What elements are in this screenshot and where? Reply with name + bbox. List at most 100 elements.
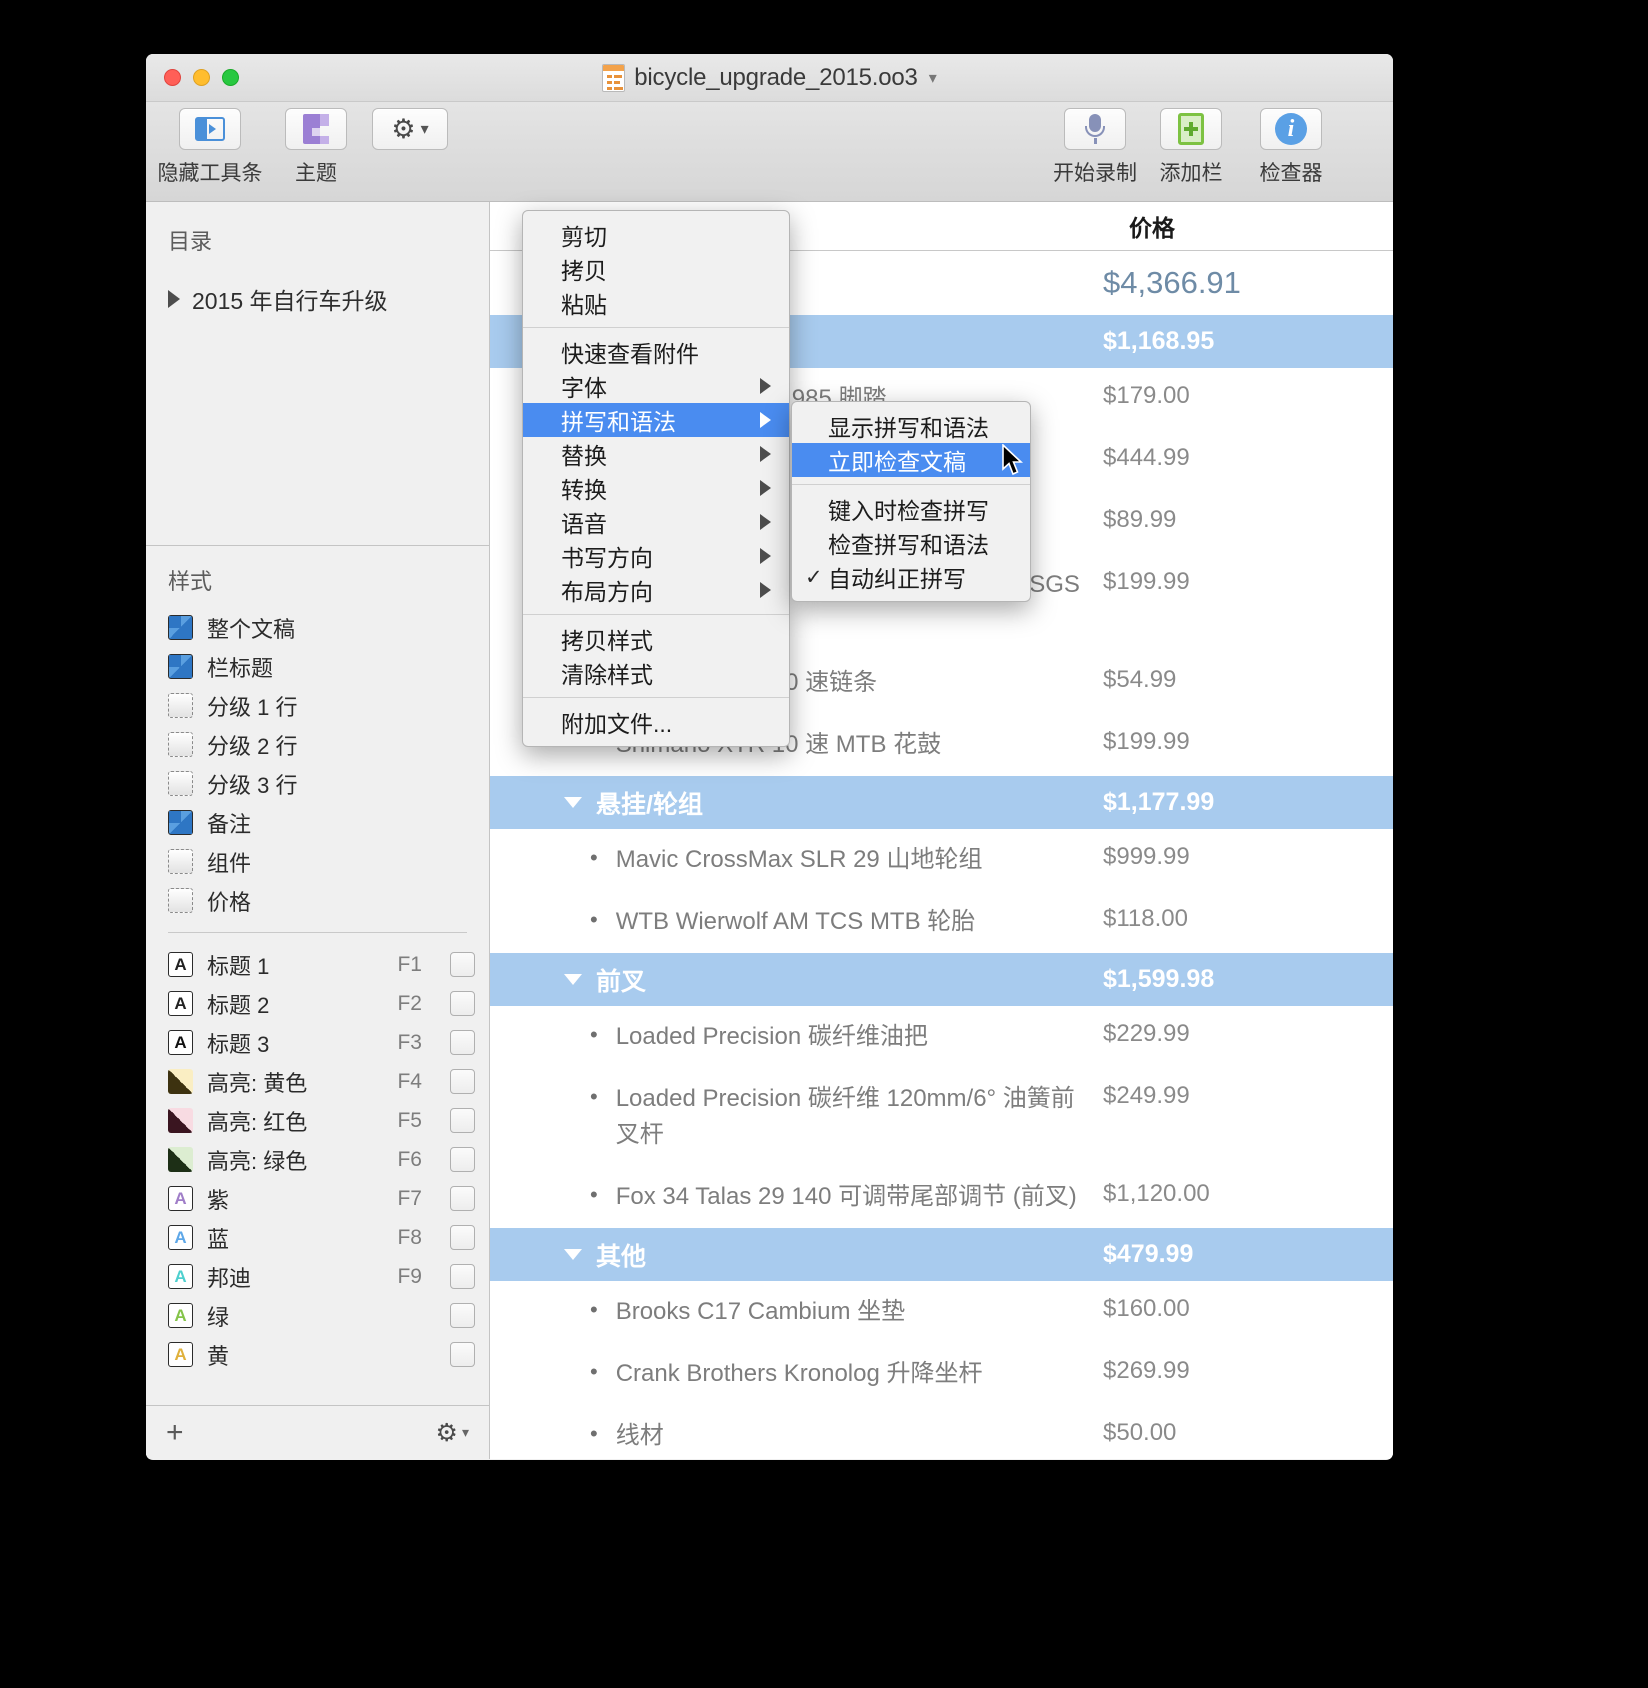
outline-row-group[interactable]: 其他 $479.99 — [490, 1228, 1393, 1281]
named-style-row[interactable]: A 标题 2 F2 — [146, 984, 489, 1023]
item-title-cell: • Loaded Precision 碳纤维 120mm/6° 油簧前叉杆 — [590, 1081, 1103, 1153]
style-group-row[interactable]: 分级 2 行 — [146, 725, 489, 764]
style-group-row[interactable]: 组件 — [146, 842, 489, 881]
named-style-checkbox[interactable] — [450, 991, 475, 1016]
bullet-icon: • — [590, 845, 598, 870]
sidebar-toggle-button[interactable] — [179, 108, 241, 150]
named-style-checkbox[interactable] — [450, 1108, 475, 1133]
toolbar-item-hide-toolbar[interactable]: 隐藏工具条 — [158, 108, 263, 187]
context-menu-item[interactable]: 字体 — [523, 369, 789, 403]
bullet-icon: • — [590, 1421, 598, 1446]
outline-row-item[interactable]: • Loaded Precision 碳纤维 120mm/6° 油簧前叉杆 $249… — [490, 1068, 1393, 1166]
named-style-row[interactable]: A 标题 1 F1 — [146, 945, 489, 984]
style-swatch-highlight-icon — [168, 1069, 193, 1094]
disclosure-triangle-down-icon[interactable] — [564, 797, 582, 808]
outline-row-group[interactable]: 悬挂/轮组 $1,177.99 — [490, 776, 1393, 829]
inspector-button[interactable]: i — [1260, 108, 1322, 150]
style-group-label: 栏标题 — [207, 655, 274, 681]
style-group-row[interactable]: 备注 — [146, 803, 489, 842]
submenu-item-label: 立即检查文稿 — [828, 449, 966, 475]
context-menu-item-label: 拷贝样式 — [561, 628, 653, 654]
theme-button[interactable] — [285, 108, 347, 150]
price-cell: $179.00 — [1103, 382, 1190, 409]
named-style-checkbox[interactable] — [450, 1342, 475, 1367]
named-style-checkbox[interactable] — [450, 1186, 475, 1211]
context-menu-item[interactable]: 清除样式 — [523, 656, 789, 690]
context-menu-item[interactable]: 书写方向 — [523, 539, 789, 573]
outline-row-item[interactable]: • Crank Brothers Kronolog 升降坐杆 $269.99 — [490, 1343, 1393, 1405]
disclosure-triangle-down-icon[interactable] — [564, 1249, 582, 1260]
named-style-checkbox[interactable] — [450, 1069, 475, 1094]
named-style-row[interactable]: A黄 — [146, 1335, 489, 1374]
context-menu-item[interactable]: 布局方向 — [523, 573, 789, 607]
named-style-row[interactable]: 高亮: 黄色 F4 — [146, 1062, 489, 1101]
outline-row-item[interactable]: • Mavic CrossMax SLR 29 山地轮组 $999.99 — [490, 829, 1393, 891]
disclosure-triangle-icon[interactable] — [168, 290, 180, 308]
disclosure-triangle-down-icon[interactable] — [564, 974, 582, 985]
price-cell: $50.00 — [1103, 1419, 1177, 1446]
outline-row-item[interactable]: • Loaded Precision 碳纤维油把 $229.99 — [490, 1006, 1393, 1068]
named-style-row[interactable]: 高亮: 红色 F5 — [146, 1101, 489, 1140]
screen: bicycle_upgrade_2015.oo3 ▾ 隐藏工具条 主题 ⚙ ▾ … — [0, 0, 1648, 1688]
named-style-checkbox[interactable] — [450, 1147, 475, 1172]
toolbar-item-add-column[interactable]: 添加栏 — [1145, 108, 1237, 187]
spelling-submenu[interactable]: 显示拼写和语法立即检查文稿键入时检查拼写 检查拼写和语法 ✓ 自动纠正拼写 — [791, 401, 1031, 602]
context-menu-item[interactable]: 语音 — [523, 505, 789, 539]
chevron-down-icon[interactable]: ▾ — [462, 1424, 469, 1441]
context-menu-item[interactable]: 附加文件... — [523, 705, 789, 739]
context-menu-item[interactable]: 拷贝 — [523, 252, 789, 286]
outline-row-item[interactable]: • Brooks C17 Cambium 坐垫 $160.00 — [490, 1281, 1393, 1343]
actions-gear-button[interactable]: ⚙ ▾ — [372, 108, 448, 150]
record-button[interactable] — [1064, 108, 1126, 150]
named-style-checkbox[interactable] — [450, 1303, 475, 1328]
style-swatch-dashed-icon — [168, 693, 193, 718]
style-swatch-blue-icon — [168, 810, 193, 835]
named-style-row[interactable]: A 邦迪 F9 — [146, 1257, 489, 1296]
submenu-item[interactable]: 键入时检查拼写 — [792, 492, 1030, 526]
toolbar-item-theme[interactable]: 主题 — [270, 108, 362, 187]
context-menu-item[interactable]: 粘贴 — [523, 286, 789, 320]
submenu-item[interactable]: 显示拼写和语法 — [792, 409, 1030, 443]
style-group-row[interactable]: 整个文稿 — [146, 608, 489, 647]
style-group-row[interactable]: 栏标题 — [146, 647, 489, 686]
named-style-row[interactable]: A 蓝 F8 — [146, 1218, 489, 1257]
context-menu-item[interactable]: 剪切 — [523, 218, 789, 252]
outline-row-item[interactable]: • Fox 34 Talas 29 140 可调带尾部调节 (前叉) $1,120.… — [490, 1166, 1393, 1228]
toolbar-item-inspector[interactable]: i 检查器 — [1245, 108, 1337, 187]
outline-row-item[interactable]: • 线材 $50.00 — [490, 1405, 1393, 1460]
toolbar-item-actions[interactable]: ⚙ ▾ — [364, 108, 456, 157]
context-menu-item[interactable]: 快速查看附件 — [523, 335, 789, 369]
context-menu-item[interactable]: 拼写和语法 — [523, 403, 789, 437]
named-style-row[interactable]: 高亮: 绿色 F6 — [146, 1140, 489, 1179]
named-style-row[interactable]: A绿 — [146, 1296, 489, 1335]
style-group-row[interactable]: 分级 3 行 — [146, 764, 489, 803]
style-swatch-letter-icon: A — [168, 1186, 193, 1211]
outline-row-group[interactable]: 前叉 $1,599.98 — [490, 953, 1393, 1006]
submenu-item[interactable]: 检查拼写和语法 — [792, 526, 1030, 560]
named-style-checkbox[interactable] — [450, 952, 475, 977]
styles-title: 样式 — [168, 569, 213, 594]
style-group-row[interactable]: 价格 — [146, 881, 489, 920]
add-column-button[interactable] — [1160, 108, 1222, 150]
named-style-checkbox[interactable] — [450, 1225, 475, 1250]
context-menu-item[interactable]: 转换 — [523, 471, 789, 505]
toc-item-root[interactable]: 2015 年自行车升级 — [146, 256, 489, 316]
toolbar-item-record[interactable]: 开始录制 — [1049, 108, 1141, 187]
add-style-button[interactable]: + — [166, 1417, 184, 1448]
submenu-item[interactable]: ✓ 自动纠正拼写 — [792, 560, 1030, 594]
price-cell: $199.99 — [1103, 568, 1190, 595]
style-group-row[interactable]: 分级 1 行 — [146, 686, 489, 725]
context-menu-item[interactable]: 拷贝样式 — [523, 622, 789, 656]
chevron-down-icon[interactable]: ▾ — [929, 68, 937, 88]
submenu-item[interactable]: 立即检查文稿 — [792, 443, 1030, 477]
gear-icon[interactable]: ⚙ — [436, 1418, 458, 1448]
table-of-contents-pane: 目录 2015 年自行车升级 — [146, 202, 489, 546]
named-style-row[interactable]: A 标题 3 F3 — [146, 1023, 489, 1062]
context-menu[interactable]: 剪切 拷贝 粘贴快速查看附件 字体 拼写和语法 替换 转换 语音 书写方向 布局方向拷贝样式 清除样… — [522, 210, 790, 747]
named-style-label: 邦迪 — [207, 1265, 252, 1291]
named-style-row[interactable]: A 紫 F7 — [146, 1179, 489, 1218]
named-style-checkbox[interactable] — [450, 1264, 475, 1289]
named-style-checkbox[interactable] — [450, 1030, 475, 1055]
outline-row-item[interactable]: • WTB Wierwolf AM TCS MTB 轮胎 $118.00 — [490, 891, 1393, 953]
context-menu-item[interactable]: 替换 — [523, 437, 789, 471]
